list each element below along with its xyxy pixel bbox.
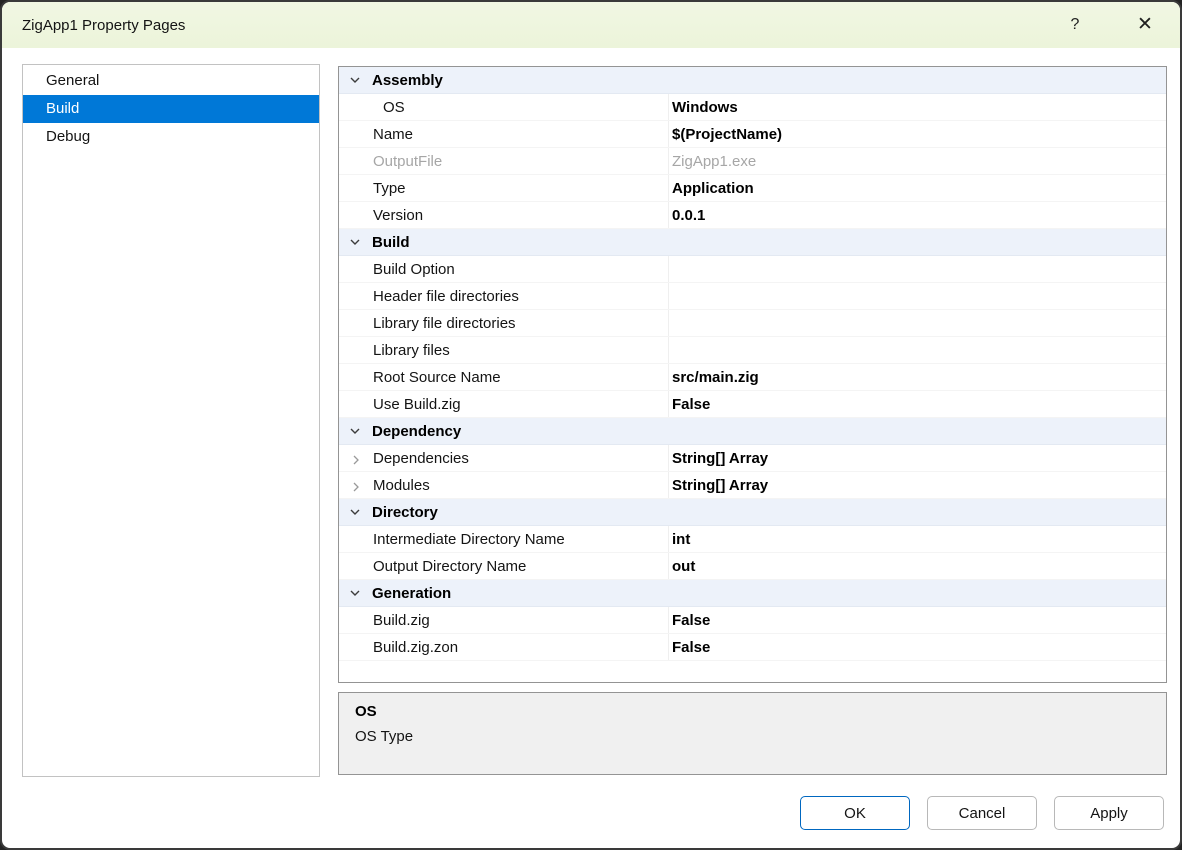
- sidebar-item-debug[interactable]: Debug: [23, 123, 319, 151]
- close-icon[interactable]: ✕: [1128, 9, 1162, 41]
- property-value[interactable]: $(ProjectName): [669, 121, 1166, 147]
- category-label: Build: [372, 234, 410, 251]
- property-value[interactable]: String[] Array: [669, 472, 1166, 498]
- category-row-dependency[interactable]: Dependency: [339, 418, 1166, 445]
- property-name: Dependencies: [339, 445, 669, 471]
- property-value[interactable]: int: [669, 526, 1166, 552]
- chevron-right-icon[interactable]: [350, 453, 362, 465]
- property-name: OutputFile: [339, 148, 669, 174]
- property-name: Library files: [339, 337, 669, 363]
- property-name: Use Build.zig: [339, 391, 669, 417]
- property-name: Version: [339, 202, 669, 228]
- property-row-version[interactable]: Version0.0.1: [339, 202, 1166, 229]
- page-list: GeneralBuildDebug: [22, 64, 320, 777]
- property-name: Name: [339, 121, 669, 147]
- help-icon[interactable]: ?: [1058, 9, 1092, 41]
- property-value[interactable]: Application: [669, 175, 1166, 201]
- property-row-dependencies[interactable]: DependenciesString[] Array: [339, 445, 1166, 472]
- category-row-directory[interactable]: Directory: [339, 499, 1166, 526]
- property-row-modules[interactable]: ModulesString[] Array: [339, 472, 1166, 499]
- property-value[interactable]: False: [669, 391, 1166, 417]
- category-label: Assembly: [372, 72, 443, 89]
- category-row-assembly[interactable]: Assembly: [339, 67, 1166, 94]
- titlebar[interactable]: ZigApp1 Property Pages ? ✕: [2, 2, 1180, 48]
- property-row-intermediate-directory-name[interactable]: Intermediate Directory Nameint: [339, 526, 1166, 553]
- property-row-output-directory-name[interactable]: Output Directory Nameout: [339, 553, 1166, 580]
- property-name: Build.zig.zon: [339, 634, 669, 660]
- window-title: ZigApp1 Property Pages: [2, 17, 185, 34]
- category-row-generation[interactable]: Generation: [339, 580, 1166, 607]
- description-title: OS: [355, 703, 1150, 720]
- property-row-library-files[interactable]: Library files: [339, 337, 1166, 364]
- property-name: Build.zig: [339, 607, 669, 633]
- property-grid: AssemblyOSWindowsName$(ProjectName)Outpu…: [338, 66, 1167, 683]
- property-row-build-zig-zon[interactable]: Build.zig.zonFalse: [339, 634, 1166, 661]
- category-label: Directory: [372, 504, 438, 521]
- apply-button[interactable]: Apply: [1054, 796, 1164, 830]
- cancel-button[interactable]: Cancel: [927, 796, 1037, 830]
- property-value[interactable]: False: [669, 634, 1166, 660]
- property-row-build-zig[interactable]: Build.zigFalse: [339, 607, 1166, 634]
- property-value[interactable]: [669, 310, 1166, 336]
- property-row-root-source-name[interactable]: Root Source Namesrc/main.zig: [339, 364, 1166, 391]
- property-name: Root Source Name: [339, 364, 669, 390]
- category-label: Generation: [372, 585, 451, 602]
- property-row-header-file-directories[interactable]: Header file directories: [339, 283, 1166, 310]
- description-panel: OS OS Type: [338, 692, 1167, 775]
- property-value[interactable]: 0.0.1: [669, 202, 1166, 228]
- property-row-os[interactable]: OSWindows: [339, 94, 1166, 121]
- property-name: Header file directories: [339, 283, 669, 309]
- description-text: OS Type: [355, 728, 1150, 745]
- sidebar-item-general[interactable]: General: [23, 67, 319, 95]
- chevron-right-icon[interactable]: [350, 480, 362, 492]
- property-row-build-option[interactable]: Build Option: [339, 256, 1166, 283]
- property-row-type[interactable]: TypeApplication: [339, 175, 1166, 202]
- property-value[interactable]: out: [669, 553, 1166, 579]
- property-row-library-file-directories[interactable]: Library file directories: [339, 310, 1166, 337]
- property-name: Modules: [339, 472, 669, 498]
- property-row-outputfile[interactable]: OutputFileZigApp1.exe: [339, 148, 1166, 175]
- property-row-use-build-zig[interactable]: Use Build.zigFalse: [339, 391, 1166, 418]
- category-label: Dependency: [372, 423, 461, 440]
- property-value[interactable]: False: [669, 607, 1166, 633]
- sidebar-item-build[interactable]: Build: [23, 95, 319, 123]
- property-row-name[interactable]: Name$(ProjectName): [339, 121, 1166, 148]
- property-value[interactable]: [669, 256, 1166, 282]
- chevron-down-icon[interactable]: [349, 236, 363, 248]
- property-value[interactable]: Windows: [669, 94, 1166, 120]
- property-name: Output Directory Name: [339, 553, 669, 579]
- property-name: Library file directories: [339, 310, 669, 336]
- property-name: Intermediate Directory Name: [339, 526, 669, 552]
- property-value[interactable]: String[] Array: [669, 445, 1166, 471]
- property-value[interactable]: [669, 283, 1166, 309]
- property-value[interactable]: [669, 337, 1166, 363]
- chevron-down-icon[interactable]: [349, 425, 363, 437]
- property-value[interactable]: src/main.zig: [669, 364, 1166, 390]
- ok-button[interactable]: OK: [800, 796, 910, 830]
- property-pages-window: ZigApp1 Property Pages ? ✕ GeneralBuildD…: [0, 0, 1182, 850]
- property-name: Build Option: [339, 256, 669, 282]
- chevron-down-icon[interactable]: [349, 74, 363, 86]
- property-name: OS: [339, 94, 669, 120]
- category-row-build[interactable]: Build: [339, 229, 1166, 256]
- chevron-down-icon[interactable]: [349, 506, 363, 518]
- property-name: Type: [339, 175, 669, 201]
- property-value[interactable]: ZigApp1.exe: [669, 148, 1166, 174]
- chevron-down-icon[interactable]: [349, 587, 363, 599]
